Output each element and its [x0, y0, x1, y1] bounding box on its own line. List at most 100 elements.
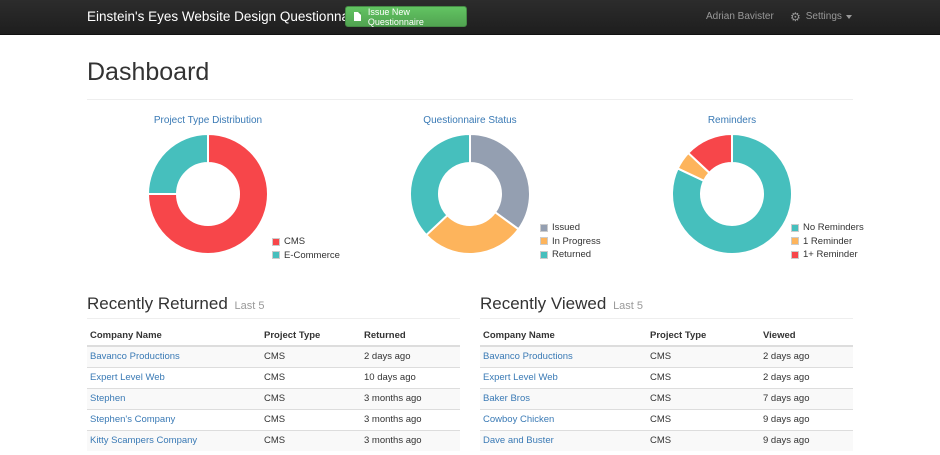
- legend-swatch: [272, 251, 280, 260]
- project-type-legend: CMS E-Commerce: [272, 235, 340, 262]
- table-row: Expert Level Web CMS 2 days ago: [480, 366, 853, 388]
- table-row: Baker Bros CMS 7 days ago: [480, 387, 853, 409]
- title-divider: [87, 99, 853, 100]
- project-type-chart-title: Project Type Distribution: [153, 115, 263, 126]
- recently-viewed-subtitle: Last 5: [613, 300, 644, 312]
- column-header-company-name[interactable]: Company Name: [480, 326, 647, 347]
- donut-slice-returned: [409, 133, 471, 237]
- legend-swatch: [791, 250, 799, 259]
- legend-label: E-Commerce: [284, 249, 340, 261]
- legend-label: CMS: [284, 236, 306, 248]
- company-link[interactable]: Kitty Scampers Company: [90, 435, 197, 446]
- company-name-cell: Bavanco Productions: [480, 345, 647, 367]
- company-link[interactable]: Cowboy Chicken: [483, 414, 554, 425]
- company-link[interactable]: Baker Bros: [483, 393, 530, 404]
- table-row: Cowboy Chicken CMS 9 days ago: [480, 408, 853, 430]
- column-header-returned[interactable]: Returned: [361, 326, 460, 347]
- questionnaire-status-chart-title: Questionnaire Status: [423, 115, 517, 126]
- time-cell: 9 days ago: [760, 408, 853, 430]
- legend-item-in-progress: In Progress: [540, 235, 601, 249]
- questionnaire-status-legend: Issued In Progress Returned: [540, 221, 601, 262]
- project-type-cell: CMS: [261, 429, 361, 451]
- company-link[interactable]: Bavanco Productions: [483, 351, 573, 362]
- legend-item-no-reminders: No Reminders: [791, 221, 864, 235]
- table-row: Dave and Buster CMS 9 days ago: [480, 429, 853, 451]
- recently-returned-table: Company Name Project Type Returned Bavanco …: [87, 326, 460, 451]
- company-link[interactable]: Stephen: [90, 393, 125, 404]
- company-name-cell: Stephen's Company: [87, 408, 261, 430]
- legend-item-1-reminder: 1+ Reminder: [791, 248, 864, 262]
- settings-label: Settings: [805, 11, 842, 22]
- company-name-cell: Baker Bros: [480, 387, 647, 409]
- legend-label: No Reminders: [803, 222, 864, 234]
- recently-returned-heading: Recently Returned Last 5: [87, 294, 265, 314]
- app-brand[interactable]: Einstein's Eyes Website Design Questionn…: [87, 9, 364, 24]
- recently-returned-divider: [87, 318, 460, 319]
- reminders-legend: No Reminders 1 Reminder 1+ Reminder: [791, 221, 864, 262]
- table-header-row: Company Name Project Type Viewed: [480, 326, 853, 347]
- time-cell: 3 months ago: [361, 429, 460, 451]
- company-name-cell: Expert Level Web: [480, 366, 647, 388]
- legend-label: In Progress: [552, 235, 601, 247]
- column-header-company-name[interactable]: Company Name: [87, 326, 261, 347]
- legend-swatch: [540, 237, 548, 246]
- table-header-row: Company Name Project Type Returned: [87, 326, 460, 347]
- time-cell: 2 days ago: [361, 345, 460, 367]
- company-link[interactable]: Expert Level Web: [90, 372, 165, 383]
- project-type-cell: CMS: [647, 345, 760, 367]
- legend-swatch: [791, 223, 799, 232]
- legend-item-1-reminder: 1 Reminder: [791, 235, 864, 249]
- table-row: Bavanco Productions CMS 2 days ago: [87, 345, 460, 367]
- project-type-cell: CMS: [647, 429, 760, 451]
- project-type-cell: CMS: [647, 366, 760, 388]
- project-type-cell: CMS: [261, 387, 361, 409]
- recently-viewed-title: Recently Viewed: [480, 294, 607, 313]
- document-icon: [354, 12, 361, 21]
- recently-viewed-table: Company Name Project Type Viewed Bavanco Pr…: [480, 326, 853, 451]
- page-title: Dashboard: [87, 58, 210, 86]
- company-name-cell: Dave and Buster: [480, 429, 647, 451]
- legend-swatch: [272, 237, 280, 246]
- company-name-cell: Bavanco Productions: [87, 345, 261, 367]
- table-row: Kitty Scampers Company CMS 3 months ago: [87, 429, 460, 451]
- time-cell: 9 days ago: [760, 429, 853, 451]
- project-type-cell: CMS: [647, 387, 760, 409]
- legend-swatch: [791, 237, 799, 246]
- settings-dropdown[interactable]: ⚙ Settings: [790, 9, 852, 24]
- project-type-cell: CMS: [647, 408, 760, 430]
- recently-returned-subtitle: Last 5: [234, 300, 265, 312]
- company-link[interactable]: Expert Level Web: [483, 372, 558, 383]
- gear-icon: ⚙: [790, 9, 801, 24]
- user-name-link[interactable]: Adrian Bavister: [706, 11, 774, 22]
- legend-label: 1+ Reminder: [803, 249, 858, 261]
- legend-label: Returned: [552, 249, 592, 261]
- company-link[interactable]: Bavanco Productions: [90, 351, 180, 362]
- questionnaire-status-donut-chart: [409, 133, 531, 255]
- table-row: Expert Level Web CMS 10 days ago: [87, 366, 460, 388]
- project-type-cell: CMS: [261, 366, 361, 388]
- table-row: Bavanco Productions CMS 2 days ago: [480, 345, 853, 367]
- company-name-cell: Kitty Scampers Company: [87, 429, 261, 451]
- table-row: Stephen CMS 3 months ago: [87, 387, 460, 409]
- issue-questionnaire-button[interactable]: Issue New Questionnaire: [345, 6, 467, 27]
- company-name-cell: Stephen: [87, 387, 261, 409]
- column-header-project-type[interactable]: Project Type: [261, 326, 361, 347]
- project-type-cell: CMS: [261, 345, 361, 367]
- company-name-cell: Expert Level Web: [87, 366, 261, 388]
- column-header-viewed[interactable]: Viewed: [760, 326, 853, 347]
- donut-slice-e-commerce: [147, 133, 209, 195]
- company-link[interactable]: Stephen's Company: [90, 414, 175, 425]
- caret-down-icon: [845, 14, 852, 19]
- company-link[interactable]: Dave and Buster: [483, 435, 554, 446]
- time-cell: 2 days ago: [760, 345, 853, 367]
- time-cell: 7 days ago: [760, 387, 853, 409]
- company-name-cell: Cowboy Chicken: [480, 408, 647, 430]
- time-cell: 3 months ago: [361, 408, 460, 430]
- recently-viewed-divider: [480, 318, 853, 319]
- top-navbar: Einstein's Eyes Website Design Questionn…: [0, 0, 940, 35]
- project-type-cell: CMS: [261, 408, 361, 430]
- column-header-project-type[interactable]: Project Type: [647, 326, 760, 347]
- issue-questionnaire-label: Issue New Questionnaire: [367, 6, 424, 27]
- legend-label: Issued: [552, 222, 580, 234]
- recently-returned-title: Recently Returned: [87, 294, 228, 313]
